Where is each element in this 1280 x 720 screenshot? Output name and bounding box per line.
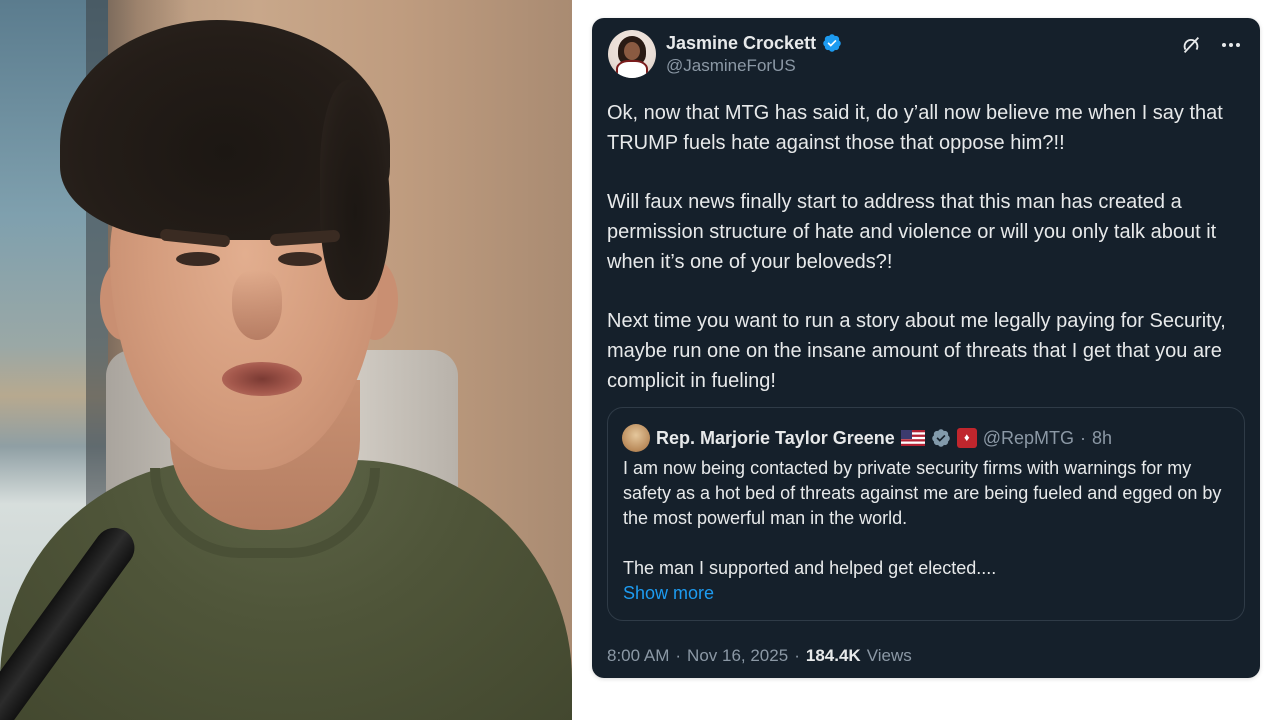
tweet-meta: 8:00 AM · Nov 16, 2025 · 184.4K Views [607, 646, 912, 666]
quoted-paragraph: The man I supported and helped get elect… [623, 558, 997, 578]
tweet-paragraph: Will faux news finally start to address … [607, 191, 1217, 273]
quoted-author: Rep. Marjorie Taylor Greene ♦ @RepMTG · … [622, 424, 1112, 452]
tweet-time[interactable]: 8:00 AM [607, 646, 669, 666]
government-affiliation-icon: ♦ [956, 428, 977, 448]
quoted-handle[interactable]: @RepMTG [983, 428, 1074, 449]
quoted-avatar[interactable] [622, 424, 650, 452]
video-frame [0, 0, 572, 720]
gray-verified-badge-icon [931, 429, 950, 447]
tweet-pane: Jasmine Crockett @JasmineForUS Ok, now t… [572, 0, 1280, 720]
views-count: 184.4K [805, 646, 861, 665]
quoted-time[interactable]: 8h [1092, 428, 1112, 449]
grok-icon[interactable] [1178, 32, 1204, 58]
author-handle[interactable]: @JasmineForUS [666, 56, 842, 76]
author-avatar[interactable] [608, 30, 656, 78]
show-more-link[interactable]: Show more [623, 581, 1231, 606]
tweet-paragraph: Next time you want to run a story about … [607, 310, 1226, 392]
quoted-text: I am now being contacted by private secu… [623, 456, 1231, 606]
tweet-author: Jasmine Crockett @JasmineForUS [608, 28, 842, 80]
tweet-actions [1178, 32, 1244, 58]
quoted-tweet[interactable]: Rep. Marjorie Taylor Greene ♦ @RepMTG · … [607, 407, 1245, 621]
more-icon[interactable] [1218, 32, 1244, 58]
quoted-author-name[interactable]: Rep. Marjorie Taylor Greene [656, 428, 895, 449]
tweet-paragraph: Ok, now that MTG has said it, do y’all n… [607, 102, 1223, 154]
tweet-text: Ok, now that MTG has said it, do y’all n… [607, 98, 1247, 425]
tweet-card: Jasmine Crockett @JasmineForUS Ok, now t… [592, 18, 1260, 678]
tweet-date[interactable]: Nov 16, 2025 [687, 646, 788, 666]
author-name[interactable]: Jasmine Crockett [666, 33, 816, 54]
us-flag-icon [900, 430, 925, 446]
verified-badge-icon [823, 34, 841, 52]
views-label: Views [866, 646, 912, 665]
quoted-paragraph: I am now being contacted by private secu… [623, 458, 1222, 528]
